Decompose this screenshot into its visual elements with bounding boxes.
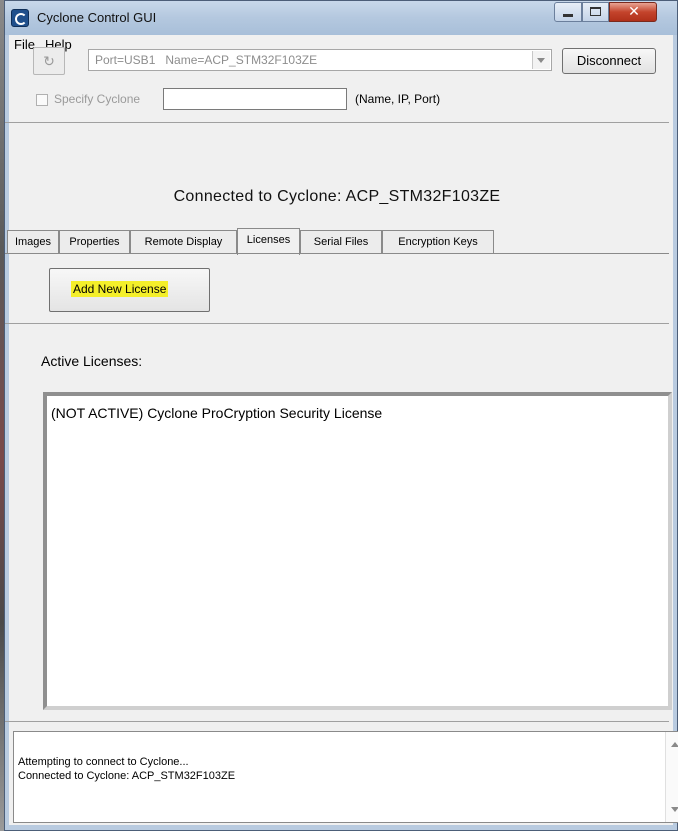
maximize-button[interactable] [582, 2, 609, 22]
divider [5, 323, 669, 324]
tab-properties[interactable]: Properties [59, 230, 130, 254]
tab-remote-display[interactable]: Remote Display [130, 230, 237, 254]
title-bar[interactable]: Cyclone Control GUI ✕ [5, 1, 677, 35]
specify-cyclone-checkbox[interactable] [36, 94, 48, 106]
app-window: Cyclone Control GUI ✕ File Help ↻ Port=U… [4, 0, 678, 831]
divider [5, 721, 669, 722]
add-new-license-label: Add New License [71, 281, 169, 297]
specify-cyclone-label: Specify Cyclone [54, 92, 141, 106]
active-licenses-heading: Active Licenses: [41, 353, 143, 369]
chevron-down-icon[interactable] [532, 51, 550, 69]
maximize-icon [590, 7, 601, 16]
refresh-icon: ↻ [43, 53, 55, 69]
tab-images[interactable]: Images [7, 230, 59, 254]
port-select-value: Port=USB1 Name=ACP_STM32F103ZE [95, 53, 318, 67]
tab-encryption-keys[interactable]: Encryption Keys [382, 230, 494, 254]
tab-serial-files[interactable]: Serial Files [300, 230, 382, 254]
add-new-license-button[interactable]: Add New License [49, 268, 210, 312]
tab-panel-border [5, 253, 669, 254]
log-scrollbar[interactable] [665, 732, 678, 822]
window-title: Cyclone Control GUI [37, 10, 157, 25]
log-line: Attempting to connect to Cyclone... [18, 756, 189, 768]
connection-status-banner: Connected to Cyclone: ACP_STM32F103ZE [173, 188, 501, 205]
list-item[interactable]: (NOT ACTIVE) Cyclone ProCryption Securit… [51, 405, 382, 421]
port-select[interactable]: Port=USB1 Name=ACP_STM32F103ZE [88, 49, 552, 71]
disconnect-button[interactable]: Disconnect [562, 48, 656, 74]
close-icon: ✕ [628, 4, 640, 20]
minimize-icon [563, 14, 573, 17]
log-line: Connected to Cyclone: ACP_STM32F103ZE [18, 770, 236, 782]
scroll-up-icon[interactable] [671, 742, 678, 747]
specify-cyclone-input[interactable] [163, 88, 347, 110]
specify-cyclone-hint: (Name, IP, Port) [355, 92, 441, 106]
tab-licenses[interactable]: Licenses [237, 228, 300, 255]
active-licenses-list[interactable]: (NOT ACTIVE) Cyclone ProCryption Securit… [43, 392, 672, 710]
log-output[interactable]: Attempting to connect to Cyclone... Conn… [13, 731, 678, 823]
divider [5, 122, 669, 123]
close-button[interactable]: ✕ [609, 2, 657, 22]
scroll-down-icon[interactable] [671, 807, 678, 812]
minimize-button[interactable] [554, 2, 582, 22]
refresh-button[interactable]: ↻ [33, 47, 65, 75]
cyclone-app-icon [11, 9, 29, 27]
menu-file[interactable]: File [14, 37, 35, 52]
